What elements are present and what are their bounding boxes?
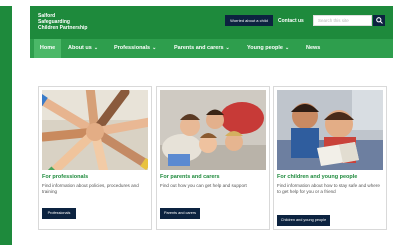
chevron-down-icon: ⌄ <box>284 45 290 51</box>
card-parents-carers: For parents and carers Find out how you … <box>156 86 270 230</box>
nav-label: News <box>306 45 321 51</box>
search-input[interactable]: Search this site <box>313 15 372 26</box>
search-button[interactable] <box>373 15 385 26</box>
nav-label: About us <box>68 45 92 51</box>
card-title: For professionals <box>42 174 89 180</box>
nav-item-about-us[interactable]: About us ⌄ <box>68 39 98 58</box>
contact-us-link[interactable]: Contact us <box>278 16 304 26</box>
card-description: Find information about how to stay safe … <box>277 183 380 195</box>
card-description: Find out how you can get help and suppor… <box>160 183 247 188</box>
card-title: For children and young people <box>277 174 358 180</box>
site-logo[interactable]: Salford Safeguarding Children Partnershi… <box>38 13 87 31</box>
chevron-down-icon: ⌄ <box>93 45 99 51</box>
nav-label: Home <box>39 45 56 51</box>
nav-item-professionals[interactable]: Professionals ⌄ <box>114 39 156 58</box>
children-young-people-button[interactable]: Children and young people <box>277 215 330 226</box>
family-lying-on-floor-photo <box>160 90 266 170</box>
card-professionals: For professionals Find information about… <box>38 86 152 230</box>
search-icon <box>376 17 383 24</box>
chevron-down-icon: ⌄ <box>225 45 230 51</box>
logo-line-3: Children Partnership <box>38 25 88 31</box>
chevron-down-icon: ⌄ <box>152 45 157 51</box>
children-reading-photo <box>277 90 383 170</box>
hands-together-photo <box>42 90 148 170</box>
nav-item-parents-carers[interactable]: Parents and carers ⌄ <box>174 39 230 58</box>
professionals-button[interactable]: Professionals <box>42 208 76 219</box>
nav-item-news[interactable]: News <box>306 39 320 58</box>
main-navigation: Home About us ⌄ Professionals ⌄ Parents an… <box>30 39 393 58</box>
side-accent-bar <box>0 6 12 245</box>
nav-label: Professionals <box>114 45 151 51</box>
card-description: Find information about policies, procedu… <box>42 183 139 195</box>
site-header: Salford Safeguarding Children Partnershi… <box>30 6 393 39</box>
card-title: For parents and carers <box>160 174 220 180</box>
nav-label: Parents and carers <box>174 45 224 51</box>
nav-label: Young people <box>247 45 283 51</box>
parents-carers-button[interactable]: Parents and carers <box>160 208 200 219</box>
worried-about-child-button[interactable]: Worried about a child <box>225 15 273 26</box>
card-children-young-people: For children and young people Find infor… <box>273 86 387 230</box>
nav-item-young-people[interactable]: Young people ⌄ <box>247 39 289 58</box>
nav-item-home[interactable]: Home <box>34 39 61 58</box>
